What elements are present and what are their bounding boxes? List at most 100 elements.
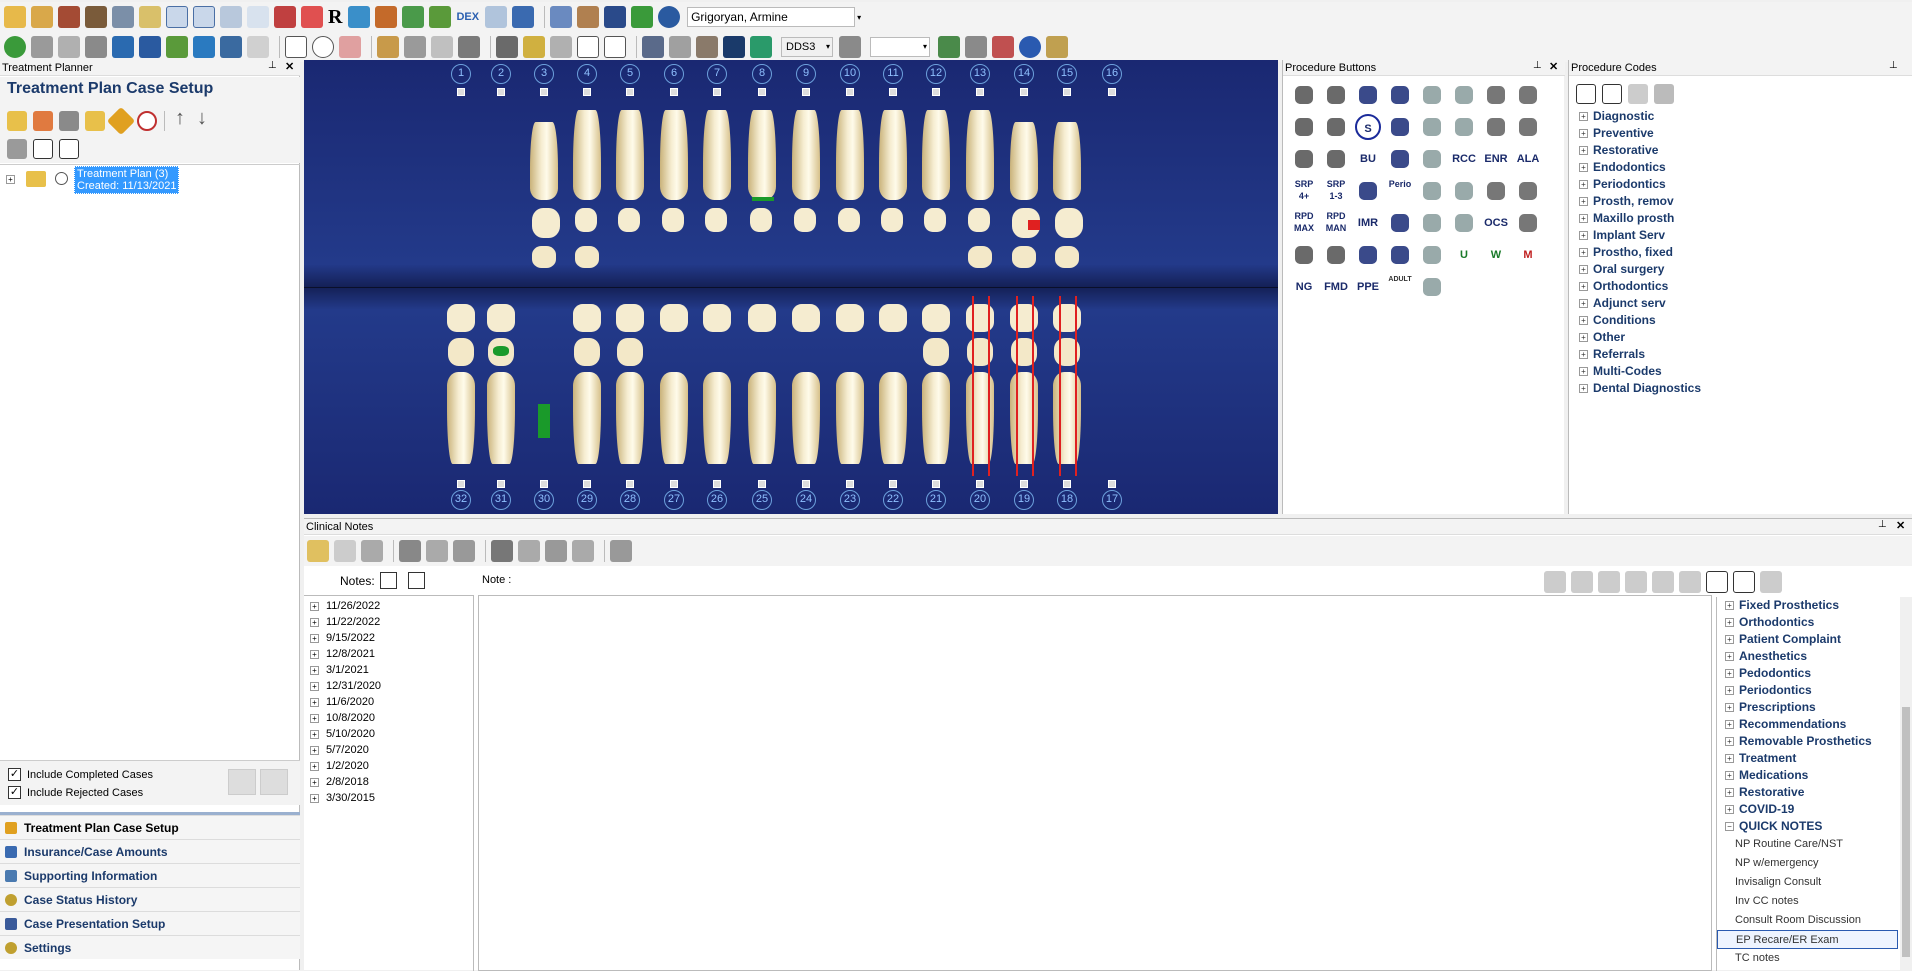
tooth-number[interactable]: 24 (796, 490, 816, 510)
procedure-code-category[interactable]: + Preventive (1569, 125, 1912, 142)
template-icon[interactable] (518, 540, 540, 562)
tooth-flag[interactable] (889, 480, 897, 488)
attach-icon[interactable] (572, 540, 594, 562)
quick-note-group[interactable]: + Restorative (1717, 784, 1912, 801)
tooth-crown[interactable] (703, 110, 731, 200)
gear-icon[interactable] (404, 36, 426, 58)
quick-note-group[interactable]: + Periodontics (1717, 682, 1912, 699)
note-date-item[interactable]: +5/10/2020 (304, 726, 473, 742)
procedure-button-icon[interactable] (1387, 146, 1413, 172)
expand-icon[interactable]: + (310, 602, 319, 611)
tooth-flag[interactable] (932, 480, 940, 488)
dex-button[interactable]: DEX (456, 11, 479, 23)
expand-icon[interactable]: + (310, 618, 319, 627)
expand-icon[interactable]: + (1725, 669, 1734, 678)
expand-icon[interactable]: + (1579, 316, 1588, 325)
arrow-up-icon[interactable]: ↑ (175, 107, 185, 135)
tooth-buccal[interactable] (575, 246, 599, 268)
link-icon[interactable] (59, 111, 79, 131)
table-alt-icon[interactable] (604, 36, 626, 58)
list-icon[interactable] (33, 139, 53, 159)
procedure-button-rcc[interactable]: RCC (1451, 146, 1477, 172)
expand-icon[interactable]: + (310, 730, 319, 739)
tooth-crown[interactable] (879, 110, 907, 200)
letter-icon[interactable] (220, 6, 242, 28)
tooth-number[interactable]: 10 (840, 64, 860, 84)
procedure-button-icon[interactable] (1483, 178, 1509, 204)
tooth-occlusal[interactable] (838, 208, 860, 232)
tooth-number[interactable]: 31 (491, 490, 511, 510)
procedure-button-ppe[interactable]: PPE (1355, 274, 1381, 300)
tooth-occlusal[interactable] (750, 208, 772, 232)
note-date-item[interactable]: +11/22/2022 (304, 614, 473, 630)
procedure-button-icon[interactable] (1451, 114, 1477, 140)
procedure-button-icon[interactable] (1419, 146, 1445, 172)
expand-icon[interactable]: + (1579, 129, 1588, 138)
list-alt-icon[interactable] (408, 572, 425, 589)
tooth-number[interactable]: 1 (451, 64, 471, 84)
tooth-number[interactable]: 7 (707, 64, 727, 84)
tooth-occlusal[interactable] (922, 304, 950, 332)
note-date-item[interactable]: +12/8/2021 (304, 646, 473, 662)
tooth-crown[interactable] (573, 110, 601, 200)
tooth-flag[interactable] (540, 88, 548, 96)
procedure-button-ng[interactable]: NG (1291, 274, 1317, 300)
quick-note-item[interactable]: Invisalign Consult (1717, 873, 1912, 892)
tooth-flag[interactable] (497, 480, 505, 488)
new-case-icon[interactable] (7, 111, 27, 131)
family-icon[interactable] (112, 6, 134, 28)
tool-icon[interactable] (1544, 571, 1566, 593)
procedure-button-icon[interactable] (1451, 178, 1477, 204)
pin-icon[interactable]: ⊥ (1878, 519, 1887, 530)
procedure-code-category[interactable]: + Restorative (1569, 142, 1912, 159)
payment-icon[interactable] (429, 6, 452, 28)
rx-icon[interactable]: R (328, 6, 342, 29)
tooth-root[interactable] (487, 372, 515, 464)
procedure-button-icon[interactable] (1355, 178, 1381, 204)
procedure-button-enr[interactable]: ENR (1483, 146, 1509, 172)
tooth-occlusal[interactable] (748, 304, 776, 332)
quick-note-item[interactable]: Inv CC notes (1717, 892, 1912, 911)
tooth-occlusal[interactable] (705, 208, 727, 232)
spell-icon[interactable] (1625, 571, 1647, 593)
expand-icon[interactable]: + (1579, 333, 1588, 342)
procedure-button-icon[interactable] (1515, 114, 1541, 140)
eob-icon[interactable] (938, 36, 960, 58)
tooth-flag[interactable] (626, 480, 634, 488)
procedure-button-icon[interactable] (1387, 242, 1413, 268)
missing-tooth-marker[interactable] (538, 404, 550, 438)
tooth-number[interactable]: 13 (970, 64, 990, 84)
tooth-crown[interactable] (660, 110, 688, 200)
treatment-plan-node[interactable]: Treatment Plan (3) Created: 11/13/2021 (74, 166, 180, 194)
note-date-item[interactable]: +3/1/2021 (304, 662, 473, 678)
note-date-item[interactable]: +5/7/2020 (304, 742, 473, 758)
tooth-occlusal[interactable] (703, 304, 731, 332)
tooth-buccal[interactable] (1055, 246, 1079, 268)
procedure-button-icon[interactable] (1355, 242, 1381, 268)
tooth-buccal[interactable] (617, 338, 643, 366)
window-icon[interactable] (166, 6, 188, 28)
folder-icon[interactable] (85, 111, 105, 131)
expand-icon[interactable]: + (1579, 214, 1588, 223)
ledger-icon[interactable] (375, 6, 398, 28)
tooth-number[interactable]: 3 (534, 64, 554, 84)
tooth-flag[interactable] (1108, 480, 1116, 488)
procedure-button-icon[interactable] (1419, 242, 1445, 268)
tooth-flag[interactable] (1063, 88, 1071, 96)
tooth-flag[interactable] (1063, 480, 1071, 488)
tooth-number[interactable]: 17 (1102, 490, 1122, 510)
pin-icon[interactable]: ⊥ (1889, 60, 1898, 71)
tooth-number[interactable]: 6 (664, 64, 684, 84)
expand-icon[interactable]: + (1579, 231, 1588, 240)
copy-icon[interactable] (426, 540, 448, 562)
procedure-button-bu[interactable]: BU (1355, 146, 1381, 172)
tooth-occlusal[interactable] (836, 304, 864, 332)
tooth-number[interactable]: 30 (534, 490, 554, 510)
procedure-button-icon[interactable] (1323, 82, 1349, 108)
tooth-root[interactable] (447, 372, 475, 464)
procedure-code-category[interactable]: + Multi-Codes (1569, 363, 1912, 380)
tray-icon[interactable] (550, 36, 572, 58)
patient-dropdown-icon[interactable]: ▾ (857, 13, 861, 22)
chart-icon[interactable] (301, 6, 323, 28)
quick-note-group[interactable]: + Prescriptions (1717, 699, 1912, 716)
